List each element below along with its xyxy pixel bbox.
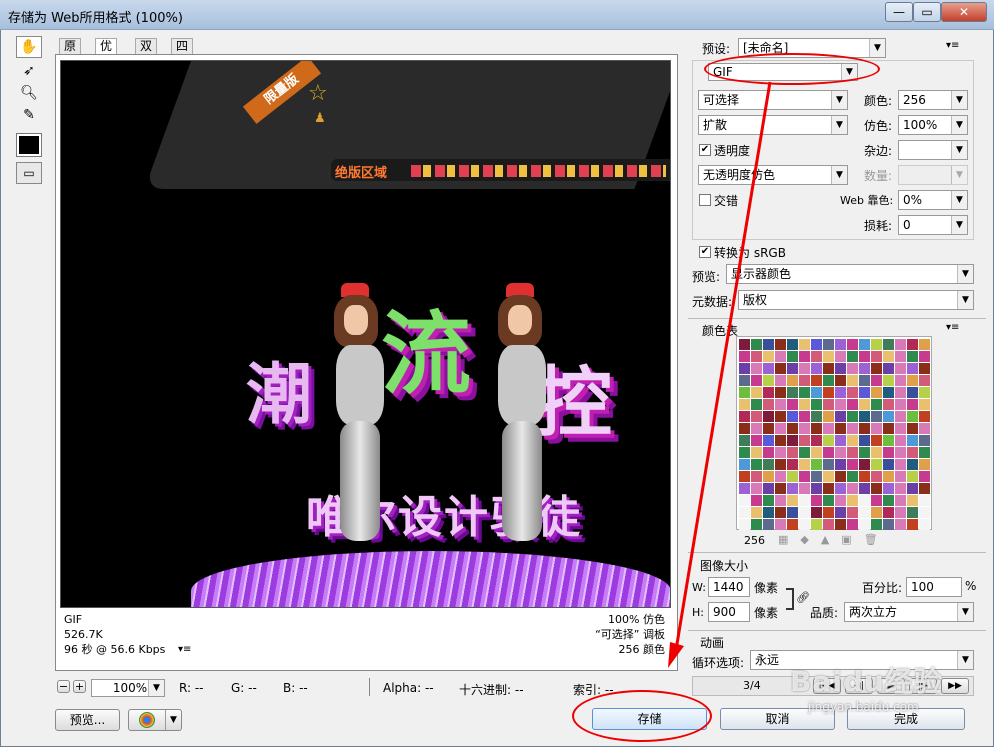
annotation-arrow [668,81,772,668]
